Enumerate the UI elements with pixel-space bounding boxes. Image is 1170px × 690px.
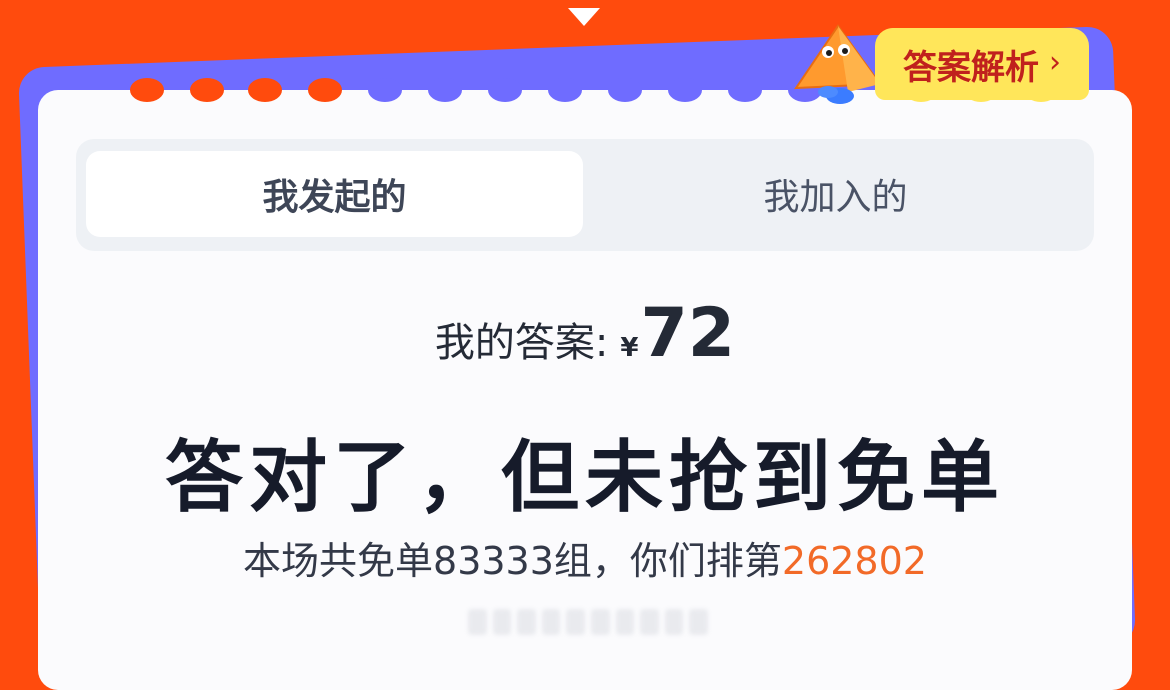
tab-bar: 我发起的 我加入的	[76, 139, 1094, 251]
answer-label: 我的答案	[434, 320, 595, 366]
answer-value: 72	[640, 294, 738, 373]
pyramid-mascot-icon	[794, 24, 882, 104]
result-card: 我发起的 我加入的 我的答案 : ¥ 72 答对了，但未抢到免单 本场共免单83…	[38, 78, 1132, 690]
dropdown-arrow-icon	[568, 8, 600, 26]
rank-number: 262802	[781, 539, 927, 583]
currency-symbol: ¥	[620, 333, 639, 363]
answer-colon: :	[594, 320, 609, 366]
chevron-right-icon: ›	[1049, 44, 1061, 80]
tab-joined[interactable]: 我加入的	[587, 151, 1084, 237]
my-answer-line: 我的答案 : ¥ 72	[38, 294, 1132, 373]
answer-analysis-button[interactable]: 答案解析 ›	[875, 28, 1089, 100]
tab-initiated[interactable]: 我发起的	[86, 151, 583, 237]
result-title: 答对了，但未抢到免单	[164, 433, 1005, 523]
rank-text: 本场共免单83333组，你们排第	[243, 539, 782, 583]
rank-info: 本场共免单83333组，你们排第262802	[38, 530, 1132, 585]
analysis-label: 答案解析	[903, 47, 1039, 88]
blurred-footer-text	[468, 605, 708, 639]
